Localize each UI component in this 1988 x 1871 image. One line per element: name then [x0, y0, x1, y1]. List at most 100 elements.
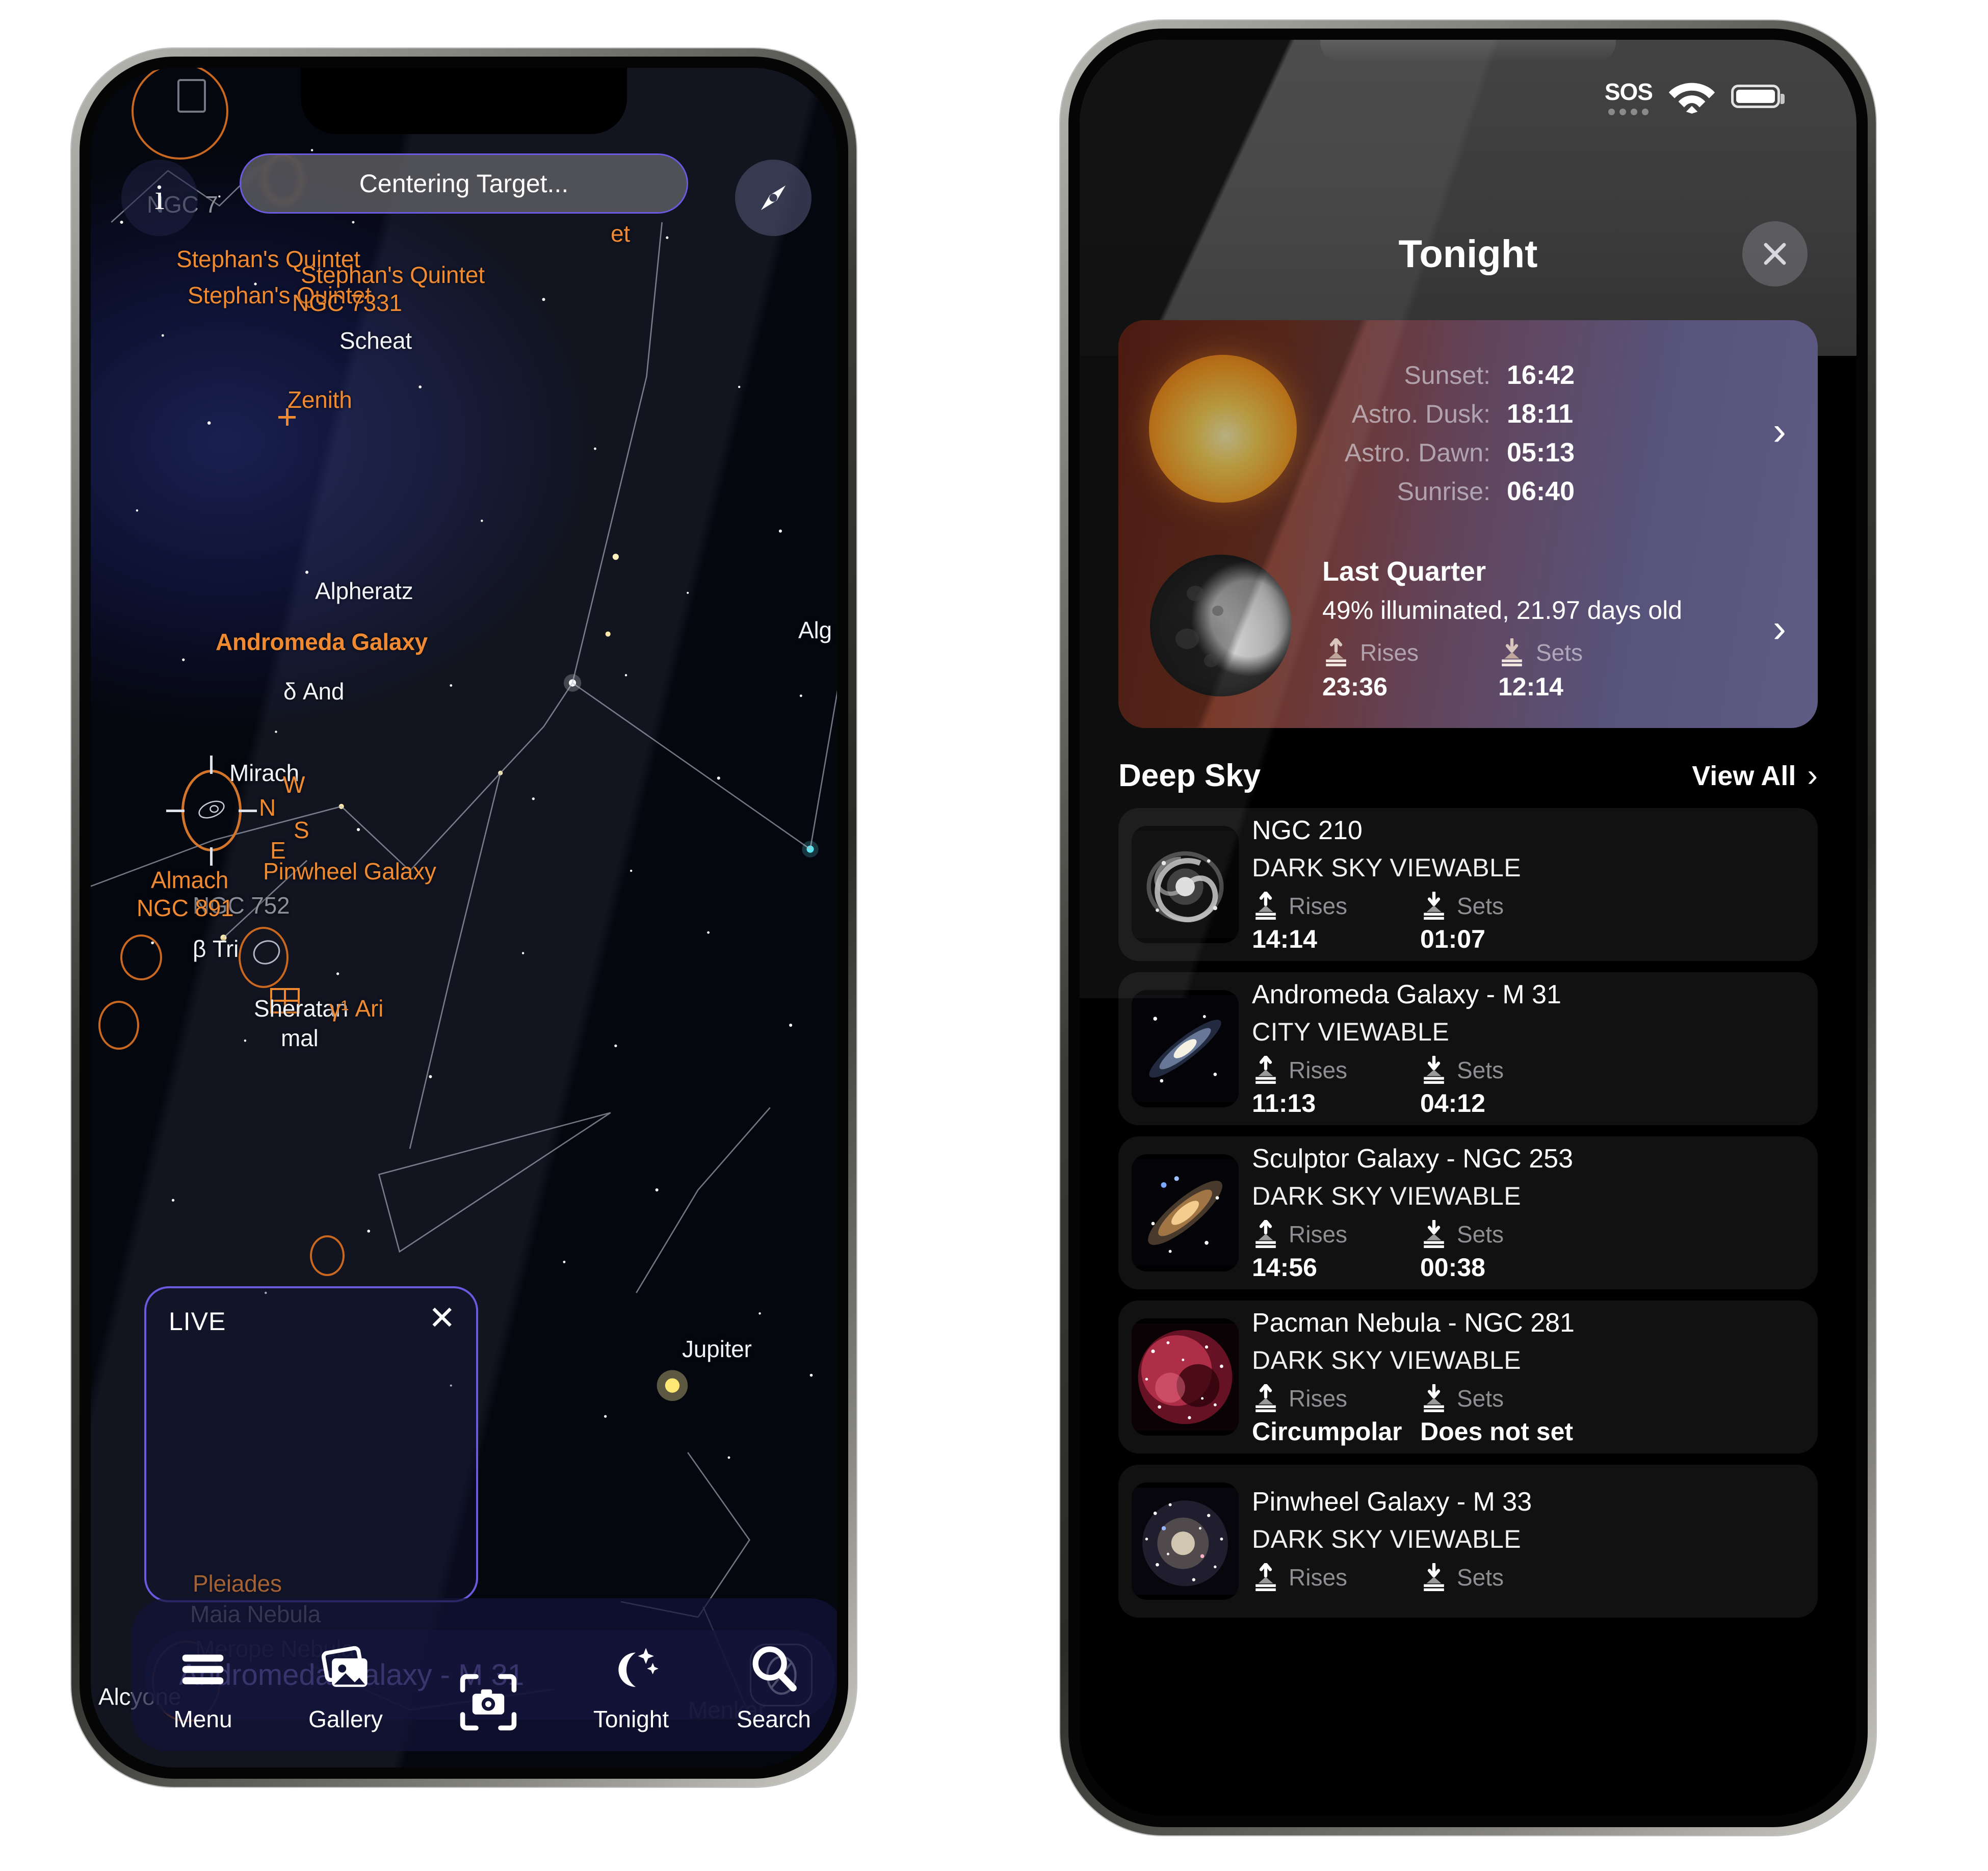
chevron-right-icon[interactable]: › [1773, 608, 1786, 648]
moon-set-time: 12:14 [1498, 672, 1563, 701]
rises-col: Rises 14:56 [1252, 1220, 1420, 1282]
sets-label: Sets [1536, 639, 1583, 666]
sky-label[interactable]: β Tri [193, 937, 239, 960]
bottom-tab-bar[interactable]: Menu Gallery Tonight Search [132, 1598, 837, 1751]
tab-camera[interactable] [425, 1672, 552, 1733]
sky-label[interactable]: et [611, 222, 630, 245]
deep-sky-list-item[interactable]: NGC 210 DARK SKY VIEWABLE Rises 14:14 Se… [1118, 808, 1818, 961]
signal-dots [1608, 108, 1649, 115]
deep-sky-list-item[interactable]: Pacman Nebula - NGC 281 DARK SKY VIEWABL… [1118, 1301, 1818, 1453]
carrier-label: SOS [1604, 78, 1653, 105]
tab-menu[interactable]: Menu [139, 1638, 267, 1733]
close-icon[interactable]: ✕ [428, 1302, 456, 1334]
viewability-badge: CITY VIEWABLE [1252, 1018, 1450, 1046]
moon-rise-set-row: Rises 23:36 Sets 12:14 [1322, 638, 1682, 701]
sky-label[interactable]: S [294, 818, 309, 842]
tab-label: Gallery [308, 1706, 383, 1732]
object-info: Pinwheel Galaxy - M 33 DARK SKY VIEWABLE [1252, 1487, 1818, 1596]
sky-label[interactable]: δ And [283, 680, 344, 703]
row-label: Astro. Dawn: [1344, 438, 1490, 467]
sky-label[interactable]: Jupiter [682, 1337, 752, 1361]
sky-label[interactable]: Alg [798, 618, 832, 642]
sets-col: Sets 01:07 [1420, 892, 1588, 954]
tab-label: Tonight [593, 1706, 669, 1732]
sky-label[interactable]: N [259, 796, 276, 819]
row-label: Sunrise: [1397, 477, 1490, 506]
object-name: Pinwheel Galaxy - M 33 [1252, 1487, 1532, 1517]
row-label: Astro. Dusk: [1351, 400, 1490, 428]
screenshot-canvas: NGC 7 Stephan's Quintet et Stephan's Qui… [0, 0, 1988, 1871]
live-preview-panel[interactable]: LIVE ✕ [144, 1286, 478, 1602]
sky-label[interactable]: γ¹ Ari [329, 997, 383, 1020]
object-thumbnail [1132, 1154, 1239, 1271]
set-icon [1424, 1384, 1444, 1412]
tonight-content[interactable]: Sunset: 16:42 Astro. Dusk: 18:11 Astro. … [1080, 305, 1856, 1816]
sky-label[interactable]: NGC 7331 [292, 291, 402, 315]
sky-label[interactable]: W [283, 773, 305, 796]
phone-left: NGC 7 Stephan's Quintet et Stephan's Qui… [71, 48, 856, 1787]
compass-needle-icon [761, 185, 786, 211]
dso-marker-circle[interactable] [98, 1001, 139, 1050]
rise-time: Circumpolar [1252, 1417, 1402, 1446]
chevron-right-icon[interactable]: › [1773, 411, 1786, 451]
set-icon [1424, 1220, 1444, 1248]
tab-gallery[interactable]: Gallery [282, 1638, 409, 1733]
sets-col: Sets 00:38 [1420, 1220, 1588, 1282]
sky-label[interactable]: Alpheratz [315, 579, 413, 603]
camera-viewfinder-icon [458, 1672, 519, 1733]
dso-marker-circle[interactable] [120, 934, 162, 980]
tonight-screen[interactable]: SOS Tonight Sunset: 16:42 Astro. Dusk: 1… [1080, 40, 1856, 1816]
sun-moon-card[interactable]: Sunset: 16:42 Astro. Dusk: 18:11 Astro. … [1118, 320, 1818, 728]
set-icon [1424, 1563, 1444, 1591]
sky-label[interactable]: Almach [151, 868, 228, 892]
rises-label: Rises [1289, 1057, 1348, 1083]
dso-marker-circle[interactable] [310, 1235, 345, 1276]
tab-search[interactable]: Search [710, 1638, 837, 1733]
deep-sky-list-item[interactable]: Andromeda Galaxy - M 31 CITY VIEWABLE Ri… [1118, 972, 1818, 1125]
sky-label[interactable]: mal [281, 1026, 319, 1050]
moon-info-block: Last Quarter 49% illuminated, 21.97 days… [1322, 556, 1682, 701]
set-time: 04:12 [1420, 1089, 1485, 1118]
sky-label[interactable]: Scheat [339, 329, 412, 352]
sculptor-galaxy-image [1132, 1159, 1239, 1266]
sky-map-screen[interactable]: NGC 7 Stephan's Quintet et Stephan's Qui… [91, 68, 837, 1768]
moon-stars-icon [603, 1638, 660, 1699]
tab-label: Menu [173, 1706, 232, 1732]
photos-icon [317, 1638, 374, 1699]
row-value: 18:11 [1507, 399, 1574, 429]
set-time: 01:07 [1420, 925, 1485, 953]
phone-right-bezel: SOS Tonight Sunset: 16:42 Astro. Dusk: 1… [1068, 29, 1868, 1827]
sky-label[interactable]: Pinwheel Galaxy [263, 860, 436, 883]
info-button[interactable]: i [121, 160, 198, 236]
set-icon [1502, 638, 1522, 666]
close-button[interactable] [1742, 221, 1808, 287]
sky-label[interactable]: Zenith [287, 388, 352, 411]
info-label: i [154, 178, 165, 217]
viewability-badge: DARK SKY VIEWABLE [1252, 1182, 1522, 1210]
reticle-tick [210, 847, 213, 866]
view-all-button[interactable]: View All › [1692, 760, 1818, 792]
deep-sky-list-item[interactable]: Sculptor Galaxy - NGC 253 DARK SKY VIEWA… [1118, 1136, 1818, 1289]
object-info: Andromeda Galaxy - M 31 CITY VIEWABLE Ri… [1252, 979, 1818, 1118]
screen-header: Tonight [1080, 208, 1856, 300]
rises-col: Rises 11:13 [1252, 1056, 1420, 1118]
sky-label[interactable]: Andromeda Galaxy [216, 630, 428, 654]
compass-button[interactable] [735, 160, 812, 236]
deep-sky-section-header: Deep Sky View All › [1118, 758, 1818, 794]
row-value: 05:13 [1507, 438, 1575, 467]
sets-label: Sets [1457, 1564, 1504, 1591]
sky-label[interactable]: NGC 891 [137, 896, 234, 920]
reticle-tick [239, 810, 257, 812]
moon-rises-col: Rises 23:36 [1322, 638, 1498, 701]
moon-rise-time: 23:36 [1322, 672, 1388, 701]
galaxy-glyph [198, 800, 225, 819]
moon-icon [1150, 555, 1292, 696]
deep-sky-list-item[interactable]: Pinwheel Galaxy - M 33 DARK SKY VIEWABLE [1118, 1465, 1818, 1618]
status-toast: Centering Target... [240, 153, 688, 214]
row-value: 16:42 [1507, 360, 1575, 390]
object-thumbnail [1132, 1318, 1239, 1436]
sun-time-row: Astro. Dawn: 05:13 [1322, 437, 1575, 476]
phone-left-bezel: NGC 7 Stephan's Quintet et Stephan's Qui… [80, 57, 848, 1779]
tab-tonight[interactable]: Tonight [567, 1638, 695, 1733]
sets-col: Sets [1420, 1563, 1588, 1596]
